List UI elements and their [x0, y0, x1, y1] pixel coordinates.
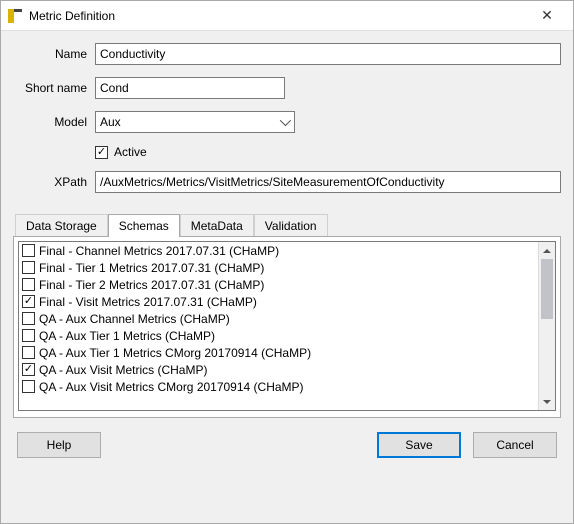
- title-bar: Metric Definition ✕: [1, 1, 573, 31]
- schemas-list-inner: Final - Channel Metrics 2017.07.31 (CHaM…: [19, 242, 538, 410]
- schema-label: Final - Visit Metrics 2017.07.31 (CHaMP): [39, 295, 257, 309]
- short-name-input[interactable]: [95, 77, 285, 99]
- list-item[interactable]: QA - Aux Visit Metrics (CHaMP): [19, 361, 538, 378]
- form-grid: Name Short name Model Aux Active XPath: [13, 43, 561, 193]
- schema-label: Final - Tier 2 Metrics 2017.07.31 (CHaMP…: [39, 278, 264, 292]
- schema-checkbox[interactable]: [22, 346, 35, 359]
- schema-label: QA - Aux Visit Metrics CMorg 20170914 (C…: [39, 380, 304, 394]
- list-item[interactable]: QA - Aux Visit Metrics CMorg 20170914 (C…: [19, 378, 538, 395]
- client-area: Name Short name Model Aux Active XPath: [1, 31, 573, 523]
- list-item[interactable]: Final - Channel Metrics 2017.07.31 (CHaM…: [19, 242, 538, 259]
- tab-data-storage[interactable]: Data Storage: [15, 214, 108, 237]
- name-label: Name: [13, 47, 87, 61]
- scrollbar[interactable]: [538, 242, 555, 410]
- active-checkbox-row[interactable]: Active: [95, 145, 561, 159]
- tab-metadata[interactable]: MetaData: [180, 214, 254, 237]
- list-item[interactable]: QA - Aux Channel Metrics (CHaMP): [19, 310, 538, 327]
- close-button[interactable]: ✕: [527, 1, 567, 31]
- model-label: Model: [13, 115, 87, 129]
- tab-validation[interactable]: Validation: [254, 214, 328, 237]
- schema-checkbox[interactable]: [22, 244, 35, 257]
- schema-label: Final - Tier 1 Metrics 2017.07.31 (CHaMP…: [39, 261, 264, 275]
- model-combobox[interactable]: Aux: [95, 111, 295, 133]
- tabs-container: Data StorageSchemasMetaDataValidation Fi…: [13, 213, 561, 418]
- schema-checkbox[interactable]: [22, 380, 35, 393]
- dialog-window: Metric Definition ✕ Name Short name Mode…: [0, 0, 574, 524]
- scroll-down-button[interactable]: [539, 393, 555, 410]
- help-button[interactable]: Help: [17, 432, 101, 458]
- schema-label: QA - Aux Tier 1 Metrics CMorg 20170914 (…: [39, 346, 311, 360]
- arrow-up-icon: [543, 249, 551, 253]
- schema-label: Final - Channel Metrics 2017.07.31 (CHaM…: [39, 244, 279, 258]
- schema-checkbox[interactable]: [22, 363, 35, 376]
- xpath-label: XPath: [13, 175, 87, 189]
- schema-checkbox[interactable]: [22, 295, 35, 308]
- name-input[interactable]: [95, 43, 561, 65]
- save-button[interactable]: Save: [377, 432, 461, 458]
- chevron-down-icon: [280, 115, 291, 126]
- active-label: Active: [114, 145, 147, 159]
- scroll-thumb[interactable]: [541, 259, 553, 319]
- tab-schemas[interactable]: Schemas: [108, 214, 180, 237]
- tab-strip: Data StorageSchemasMetaDataValidation: [13, 213, 561, 236]
- schema-checkbox[interactable]: [22, 312, 35, 325]
- button-row: Help Save Cancel: [13, 418, 561, 464]
- xpath-input[interactable]: [95, 171, 561, 193]
- model-value: Aux: [100, 115, 121, 129]
- model-dropdown-button[interactable]: [275, 112, 293, 132]
- list-item[interactable]: Final - Tier 1 Metrics 2017.07.31 (CHaMP…: [19, 259, 538, 276]
- app-icon: [7, 8, 23, 24]
- list-item[interactable]: Final - Tier 2 Metrics 2017.07.31 (CHaMP…: [19, 276, 538, 293]
- schema-checkbox[interactable]: [22, 329, 35, 342]
- schema-checkbox[interactable]: [22, 278, 35, 291]
- tab-panel-schemas: Final - Channel Metrics 2017.07.31 (CHaM…: [13, 236, 561, 418]
- list-item[interactable]: QA - Aux Tier 1 Metrics CMorg 20170914 (…: [19, 344, 538, 361]
- schema-label: QA - Aux Tier 1 Metrics (CHaMP): [39, 329, 215, 343]
- scroll-up-button[interactable]: [539, 242, 555, 259]
- active-checkbox[interactable]: [95, 146, 108, 159]
- schemas-listbox[interactable]: Final - Channel Metrics 2017.07.31 (CHaM…: [18, 241, 556, 411]
- schema-label: QA - Aux Visit Metrics (CHaMP): [39, 363, 207, 377]
- cancel-button[interactable]: Cancel: [473, 432, 557, 458]
- window-title: Metric Definition: [29, 9, 527, 23]
- scroll-track[interactable]: [539, 259, 555, 393]
- list-item[interactable]: Final - Visit Metrics 2017.07.31 (CHaMP): [19, 293, 538, 310]
- list-item[interactable]: QA - Aux Tier 1 Metrics (CHaMP): [19, 327, 538, 344]
- short-name-label: Short name: [13, 81, 87, 95]
- schema-label: QA - Aux Channel Metrics (CHaMP): [39, 312, 230, 326]
- arrow-down-icon: [543, 400, 551, 404]
- schema-checkbox[interactable]: [22, 261, 35, 274]
